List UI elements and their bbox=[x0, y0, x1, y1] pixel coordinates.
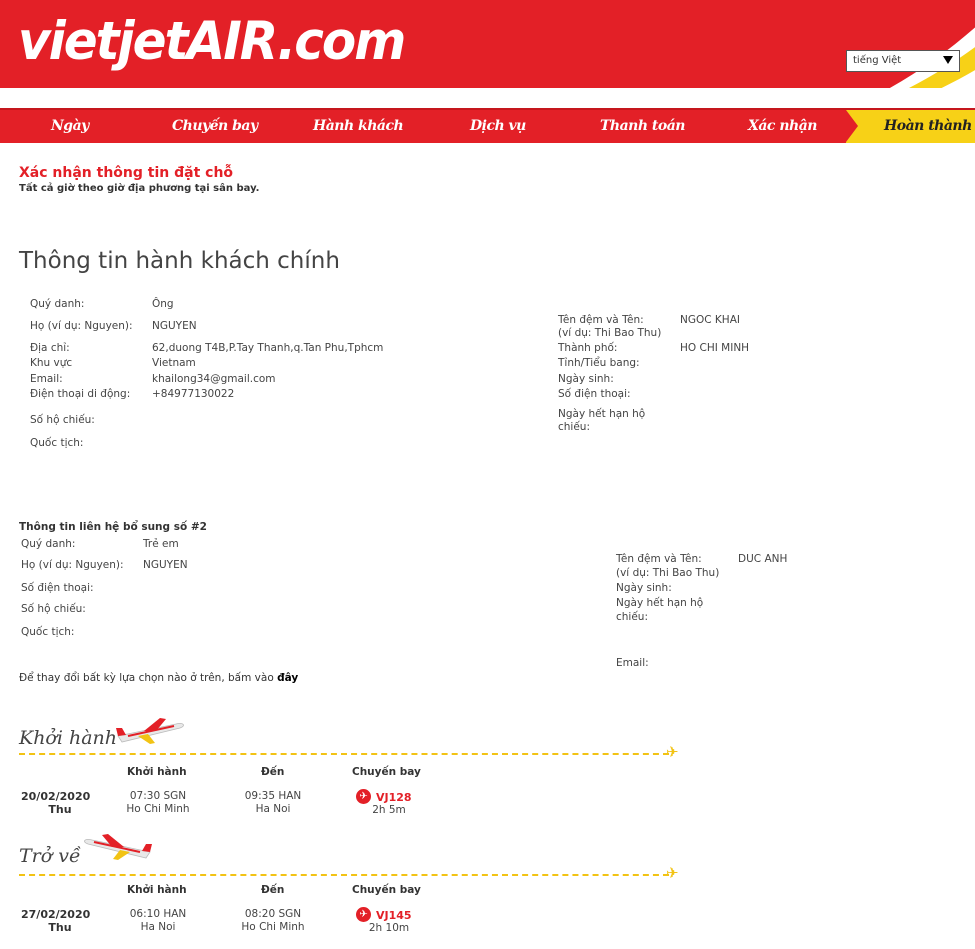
chevron-down-icon bbox=[943, 56, 953, 64]
ret-flight-number: VJ145 bbox=[376, 909, 412, 922]
ret-duration: 2h 10m bbox=[368, 922, 410, 934]
header-swoosh-decoration bbox=[889, 27, 975, 88]
ret-arrival-time: 08:20 SGN bbox=[244, 908, 302, 920]
dep-arrival-time: 09:35 HAN bbox=[244, 790, 302, 802]
ret-col-depart-header: Khởi hành bbox=[127, 884, 187, 896]
dep-col-depart-header: Khởi hành bbox=[127, 766, 187, 778]
ret-departure-time: 06:10 HAN bbox=[129, 908, 187, 920]
mp-address-label: Địa chỉ: bbox=[30, 342, 70, 354]
ret-day: Thu bbox=[48, 921, 72, 934]
mp-phone-label: Số điện thoại: bbox=[558, 388, 631, 400]
mp-lastname-label: Họ (ví dụ: Nguyen): bbox=[30, 320, 133, 332]
c2-phone-label: Số điện thoại: bbox=[21, 582, 94, 594]
change-note-text: Để thay đổi bất kỳ lựa chọn nào ở trên, … bbox=[19, 672, 278, 684]
step-confirmation: Xác nhận bbox=[748, 118, 817, 134]
c2-firstname-example: (ví dụ: Thi Bao Thu) bbox=[616, 567, 720, 579]
dep-arrival-city: Ha Noi bbox=[255, 803, 291, 815]
c2-firstname-label: Tên đệm và Tên: bbox=[616, 553, 702, 565]
confirmation-title: Xác nhận thông tin đặt chỗ bbox=[19, 165, 234, 181]
c2-firstname-value: DUC ANH bbox=[738, 553, 788, 565]
dep-col-flight-header: Chuyến bay bbox=[352, 766, 421, 778]
confirmation-subtitle: Tất cả giờ theo giờ địa phương tại sân b… bbox=[19, 183, 260, 194]
mp-city-label: Thành phố: bbox=[558, 342, 618, 354]
c2-lastname-value: NGUYEN bbox=[143, 559, 188, 571]
mp-title-label: Quý danh: bbox=[30, 298, 85, 310]
c2-passport-exp-label-2: chiếu: bbox=[616, 611, 648, 623]
mp-address-value: 62,duong T4B,P.Tay Thanh,q.Tan Phu,Tphcm bbox=[152, 342, 384, 354]
dep-flight-number: VJ128 bbox=[376, 791, 412, 804]
ret-date: 27/02/2020 bbox=[21, 908, 91, 921]
mp-region-value: Vietnam bbox=[152, 357, 196, 369]
booking-steps-bar: Ngày Chuyến bay Hành khách Dịch vụ Thanh… bbox=[0, 108, 975, 143]
dep-day: Thu bbox=[48, 803, 72, 816]
main-passenger-heading: Thông tin hành khách chính bbox=[19, 248, 340, 274]
site-header: vietjetAIR.com tiếng Việt bbox=[0, 0, 975, 88]
dep-departure-city: Ho Chi Minh bbox=[126, 803, 190, 815]
flight-plane-icon: ✈ bbox=[356, 907, 371, 922]
departure-heading: Khởi hành bbox=[19, 727, 118, 749]
mp-mobile-value: +84977130022 bbox=[152, 388, 235, 400]
dep-col-arrive-header: Đến bbox=[261, 766, 285, 778]
airplane-icon bbox=[84, 834, 152, 860]
step-flight: Chuyến bay bbox=[172, 118, 258, 134]
departure-route-line bbox=[19, 753, 669, 755]
step-complete-label: Hoàn thành bbox=[884, 118, 972, 134]
c2-title-value: Trẻ em bbox=[143, 538, 179, 550]
step-payment: Thanh toán bbox=[600, 118, 685, 134]
mp-firstname-label: Tên đệm và Tên: bbox=[558, 314, 644, 326]
ret-arrival-city: Ho Chi Minh bbox=[241, 921, 305, 933]
mp-email-label: Email: bbox=[30, 373, 63, 385]
mp-nationality-label: Quốc tịch: bbox=[30, 437, 84, 449]
language-select[interactable]: tiếng Việt bbox=[846, 50, 960, 72]
mp-passport-exp-label: Ngày hết hạn hộ bbox=[558, 408, 646, 420]
step-complete: Hoàn thành bbox=[846, 110, 975, 143]
c2-title-label: Quý danh: bbox=[21, 538, 76, 550]
c2-lastname-label: Họ (ví dụ: Nguyen): bbox=[21, 559, 124, 571]
flight-plane-icon: ✈ bbox=[356, 789, 371, 804]
mp-firstname-example: (ví dụ: Thi Bao Thu) bbox=[558, 327, 662, 339]
mp-email-value: khailong34@gmail.com bbox=[152, 373, 276, 385]
language-select-value: tiếng Việt bbox=[853, 55, 902, 66]
ret-col-arrive-header: Đến bbox=[261, 884, 285, 896]
mp-passport-exp-label-2: chiếu: bbox=[558, 421, 590, 433]
dep-departure-time: 07:30 SGN bbox=[129, 790, 187, 802]
return-route-line bbox=[19, 874, 669, 876]
c2-passport-label: Số hộ chiếu: bbox=[21, 603, 86, 615]
vietjet-logo[interactable]: vietjetAIR.com bbox=[18, 11, 406, 72]
mp-firstname-value: NGOC KHAI bbox=[680, 314, 740, 326]
c2-email-label: Email: bbox=[616, 657, 649, 669]
mp-dob-label: Ngày sinh: bbox=[558, 373, 614, 385]
ret-departure-city: Ha Noi bbox=[140, 921, 176, 933]
mp-state-label: Tỉnh/Tiểu bang: bbox=[558, 357, 640, 369]
ret-col-flight-header: Chuyến bay bbox=[352, 884, 421, 896]
return-heading: Trở về bbox=[19, 845, 81, 867]
contact2-heading: Thông tin liên hệ bổ sung số #2 bbox=[19, 521, 207, 533]
plane-end-icon: ✈ bbox=[666, 864, 679, 882]
mp-city-value: HO CHI MINH bbox=[680, 342, 750, 354]
c2-passport-exp-label: Ngày hết hạn hộ bbox=[616, 597, 704, 609]
mp-passport-label: Số hộ chiếu: bbox=[30, 414, 95, 426]
dep-date: 20/02/2020 bbox=[21, 790, 91, 803]
mp-mobile-label: Điện thoại di động: bbox=[30, 388, 131, 400]
step-services: Dịch vụ bbox=[470, 118, 526, 134]
mp-title-value: Ông bbox=[152, 298, 174, 310]
c2-dob-label: Ngày sinh: bbox=[616, 582, 672, 594]
mp-lastname-value: NGUYEN bbox=[152, 320, 197, 332]
plane-end-icon: ✈ bbox=[666, 743, 679, 761]
mp-region-label: Khu vực bbox=[30, 357, 73, 369]
change-selection-note: Để thay đổi bất kỳ lựa chọn nào ở trên, … bbox=[19, 672, 298, 684]
step-passenger: Hành khách bbox=[313, 118, 404, 134]
step-date: Ngày bbox=[51, 118, 89, 134]
c2-nationality-label: Quốc tịch: bbox=[21, 626, 75, 638]
change-link[interactable]: đây bbox=[277, 672, 298, 684]
dep-duration: 2h 5m bbox=[372, 804, 406, 816]
airplane-icon bbox=[116, 718, 184, 744]
